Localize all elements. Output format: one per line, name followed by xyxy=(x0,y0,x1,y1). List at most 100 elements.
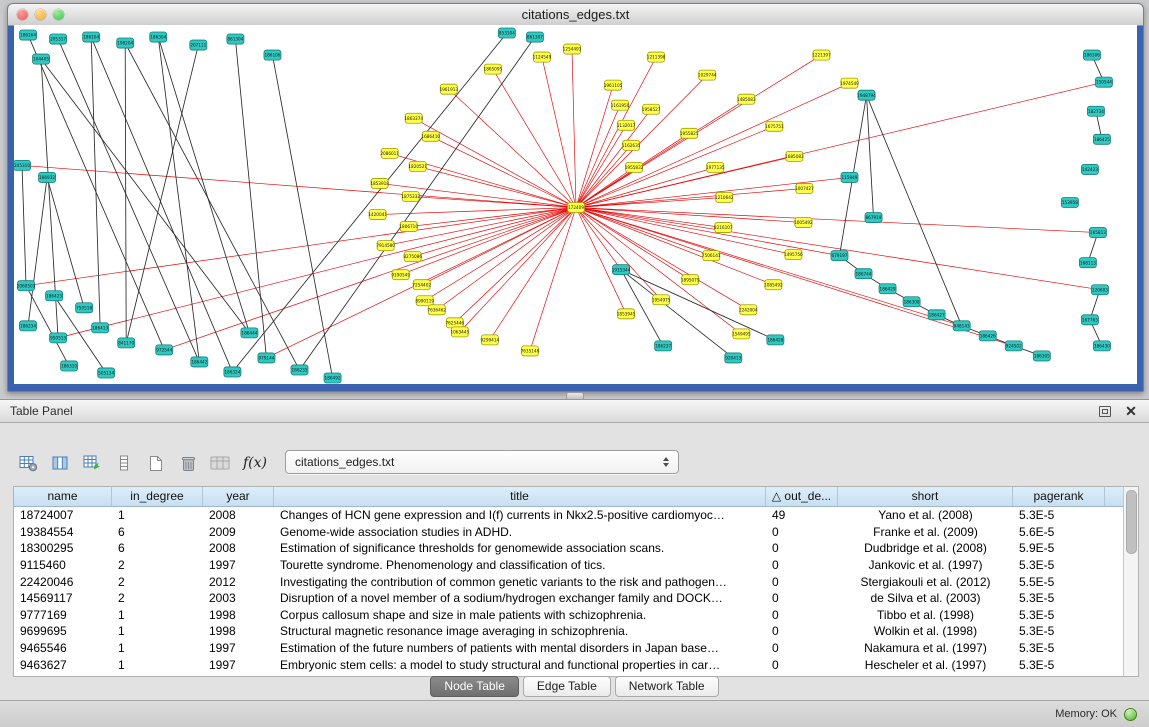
cell-in_degree[interactable]: 2 xyxy=(112,591,203,605)
row-list-icon[interactable] xyxy=(114,452,134,474)
graph-node[interactable]: 1863374 xyxy=(404,113,423,123)
cell-in_degree[interactable]: 1 xyxy=(112,641,203,655)
cell-year[interactable]: 1997 xyxy=(203,658,274,672)
graph-node[interactable]: 150544 xyxy=(1095,77,1112,87)
graph-node[interactable]: 186237 xyxy=(655,341,672,351)
cell-out_degree[interactable]: 0 xyxy=(766,541,838,555)
cell-pagerank[interactable]: 5.9E-5 xyxy=(1013,541,1105,555)
cell-year[interactable]: 2008 xyxy=(203,541,274,555)
cell-pagerank[interactable]: 5.3E-5 xyxy=(1013,558,1105,572)
cell-out_degree[interactable]: 0 xyxy=(766,658,838,672)
cell-short[interactable]: de Silva et al. (2003) xyxy=(838,591,1013,605)
cell-out_degree[interactable]: 0 xyxy=(766,575,838,589)
graph-node[interactable]: 1085492 xyxy=(764,280,783,290)
graph-node[interactable]: 1961105 xyxy=(604,80,623,90)
graph-node[interactable]: 679197 xyxy=(831,251,848,261)
graph-node[interactable]: 186234 xyxy=(20,321,37,331)
cell-out_degree[interactable]: 49 xyxy=(766,508,838,522)
graph-node[interactable]: 115949 xyxy=(841,172,858,182)
graph-node[interactable]: 186932 xyxy=(39,172,56,182)
graph-node[interactable]: 186235 xyxy=(291,365,308,375)
new-file-icon[interactable] xyxy=(146,452,166,474)
graph-node[interactable]: 1495756 xyxy=(784,250,803,260)
graph-node[interactable]: 1853945 xyxy=(617,309,636,319)
graph-node[interactable]: 205310 xyxy=(14,160,31,170)
table-scrollbar[interactable] xyxy=(1123,487,1138,676)
table-row[interactable]: 946554611997Estimation of the future num… xyxy=(14,640,1123,657)
graph-node[interactable]: 1955832 xyxy=(625,162,644,172)
table-row[interactable]: 1456911722003Disruption of a novel membe… xyxy=(14,590,1123,607)
cell-title[interactable]: Investigating the contribution of common… xyxy=(274,575,766,589)
table-source-dropdown[interactable]: citations_edges.txt xyxy=(285,450,679,474)
graph-node[interactable]: 186324 xyxy=(224,367,241,377)
graph-node[interactable]: 1132017 xyxy=(617,120,636,130)
graph-node[interactable]: 1948794 xyxy=(857,90,876,100)
graph-node[interactable]: 1955825 xyxy=(680,128,699,138)
table-row[interactable]: 977716911998Corpus callosum shape and si… xyxy=(14,607,1123,624)
graph-node[interactable]: 1210642 xyxy=(715,192,734,202)
graph-node[interactable]: 1254493 xyxy=(563,44,582,54)
cell-year[interactable]: 2012 xyxy=(203,575,274,589)
cell-name[interactable]: 9777169 xyxy=(14,608,112,622)
cell-out_degree[interactable]: 0 xyxy=(766,558,838,572)
graph-node[interactable]: 186308 xyxy=(903,297,920,307)
graph-node[interactable]: 186428 xyxy=(767,335,784,345)
cell-name[interactable]: 22420046 xyxy=(14,575,112,589)
graph-node[interactable]: 841170 xyxy=(118,338,135,348)
cell-short[interactable]: Jankovic et al. (1997) xyxy=(838,558,1013,572)
cell-pagerank[interactable]: 5.3E-5 xyxy=(1013,608,1105,622)
graph-node[interactable]: 2060503 xyxy=(17,281,36,291)
graph-node[interactable]: 7914580 xyxy=(376,241,395,251)
graph-node[interactable]: 186164 xyxy=(20,30,37,40)
graph-node[interactable]: 8216107 xyxy=(714,223,733,233)
cell-pagerank[interactable]: 5.3E-5 xyxy=(1013,641,1105,655)
column-header-pagerank[interactable]: pagerank xyxy=(1013,487,1105,506)
graph-node[interactable]: 186426 xyxy=(979,331,996,341)
cell-name[interactable]: 14569117 xyxy=(14,591,112,605)
cell-pagerank[interactable]: 5.3E-5 xyxy=(1013,658,1105,672)
graph-node[interactable]: 186444 xyxy=(241,328,258,338)
graph-node[interactable]: 182734 xyxy=(1087,106,1104,116)
graph-node[interactable]: 920413 xyxy=(725,353,742,363)
graph-node[interactable]: 1865095 xyxy=(484,64,503,74)
graph-node[interactable]: 1161950 xyxy=(611,100,630,110)
graph-node[interactable]: 186744 xyxy=(855,269,872,279)
cell-out_degree[interactable]: 0 xyxy=(766,591,838,605)
cell-short[interactable]: Wolkin et al. (1998) xyxy=(838,624,1013,638)
graph-node[interactable]: 853104 xyxy=(498,28,515,38)
cell-in_degree[interactable]: 1 xyxy=(112,508,203,522)
graph-node[interactable]: 186104 xyxy=(83,32,100,42)
graph-node[interactable]: 1005492 xyxy=(794,218,813,228)
graph-node[interactable]: 165813 xyxy=(1089,228,1106,238)
graph-node[interactable]: 207111 xyxy=(190,40,207,50)
cell-name[interactable]: 9699695 xyxy=(14,624,112,638)
graph-node[interactable]: 186427 xyxy=(928,310,945,320)
cell-out_degree[interactable]: 0 xyxy=(766,525,838,539)
graph-node[interactable]: 1915344 xyxy=(612,265,631,275)
cell-year[interactable]: 1997 xyxy=(203,558,274,572)
graph-node[interactable]: 186306 xyxy=(1083,50,1100,60)
cell-name[interactable]: 18300295 xyxy=(14,541,112,555)
graph-node[interactable]: 186423 xyxy=(46,291,63,301)
graph-node[interactable]: 186305 xyxy=(1033,351,1050,361)
graph-node[interactable]: 1820521 xyxy=(408,161,427,171)
graph-node[interactable]: 142423 xyxy=(1081,164,1098,174)
cell-in_degree[interactable]: 2 xyxy=(112,558,203,572)
cell-title[interactable]: Changes of HCN gene expression and I(f) … xyxy=(274,508,766,522)
cell-out_degree[interactable]: 0 xyxy=(766,641,838,655)
zoom-window-button[interactable] xyxy=(53,9,64,20)
column-chooser-icon[interactable] xyxy=(50,452,70,474)
graph-node[interactable]: 1675751 xyxy=(765,121,784,131)
table-row[interactable]: 911546021997Tourette syndrome. Phenomeno… xyxy=(14,557,1123,574)
cell-title[interactable]: Genome-wide association studies in ADHD. xyxy=(274,525,766,539)
tab-node-table[interactable]: Node Table xyxy=(430,676,519,697)
column-header-title[interactable]: title xyxy=(274,487,766,506)
graph-node[interactable]: 861304 xyxy=(227,34,244,44)
cell-title[interactable]: Embryonic stem cells: a model to study s… xyxy=(274,658,766,672)
cell-title[interactable]: Estimation of the future numbers of pati… xyxy=(274,641,766,655)
cell-short[interactable]: Nakamura et al. (1997) xyxy=(838,641,1013,655)
graph-node[interactable]: 1875332 xyxy=(401,191,420,201)
cell-in_degree[interactable]: 6 xyxy=(112,541,203,555)
close-window-button[interactable] xyxy=(17,9,28,20)
graph-node[interactable]: 7625446 xyxy=(445,318,464,328)
